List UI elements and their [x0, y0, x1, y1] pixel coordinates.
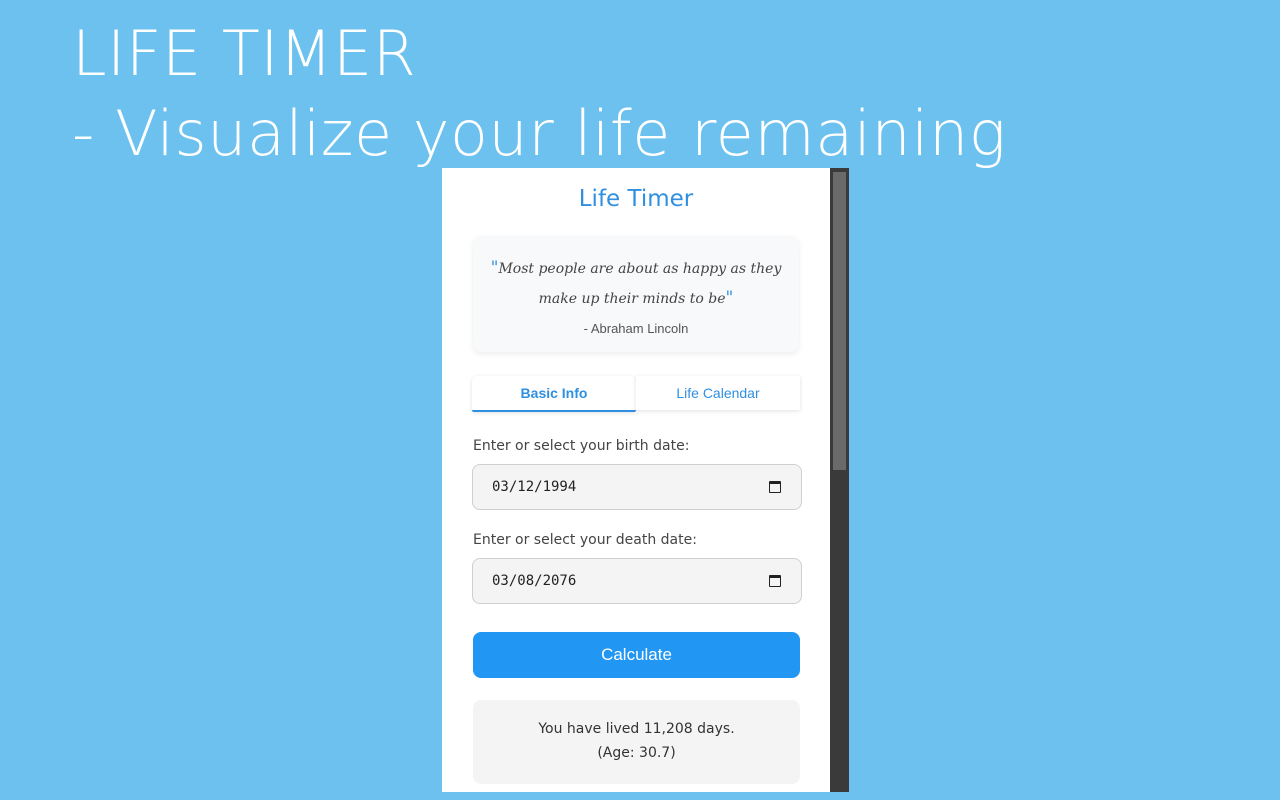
- quote-body: Most people are about as happy as they m…: [498, 261, 782, 307]
- death-date-input[interactable]: 03/08/2076: [472, 558, 802, 604]
- tab-bar: Basic Info Life Calendar: [472, 376, 800, 412]
- calendar-icon[interactable]: [769, 575, 781, 587]
- scrollbar[interactable]: [830, 168, 849, 792]
- death-date-label: Enter or select your death date:: [473, 532, 697, 548]
- death-date-value: 03/08/2076: [492, 573, 577, 589]
- calculate-button[interactable]: Calculate: [473, 632, 800, 678]
- result-card: You have lived 11,208 days. (Age: 30.7): [473, 700, 800, 784]
- days-lived-text: You have lived 11,208 days.: [538, 721, 735, 737]
- popup-content: Life Timer "Most people are about as hap…: [442, 168, 830, 792]
- tab-life-calendar[interactable]: Life Calendar: [636, 376, 800, 410]
- banner-headline: LIFE TIMER - Visualize your life remaini…: [72, 14, 1006, 174]
- quote-author: - Abraham Lincoln: [583, 321, 689, 336]
- banner-subtitle: - Visualize your life remaining: [72, 97, 1007, 170]
- birth-date-input[interactable]: 03/12/1994: [472, 464, 802, 510]
- tab-basic-info[interactable]: Basic Info: [472, 376, 636, 412]
- app-title: Life Timer: [578, 186, 694, 212]
- birth-date-label: Enter or select your birth date:: [473, 438, 690, 454]
- quote-close-mark: ": [725, 288, 734, 308]
- banner-title: LIFE TIMER: [72, 17, 417, 90]
- scrollbar-thumb[interactable]: [833, 172, 846, 470]
- calendar-icon[interactable]: [769, 481, 781, 493]
- birth-date-value: 03/12/1994: [492, 479, 577, 495]
- extension-popup: Life Timer "Most people are about as hap…: [442, 168, 849, 792]
- age-text: (Age: 30.7): [597, 745, 676, 761]
- quote-text: "Most people are about as happy as they …: [487, 254, 785, 314]
